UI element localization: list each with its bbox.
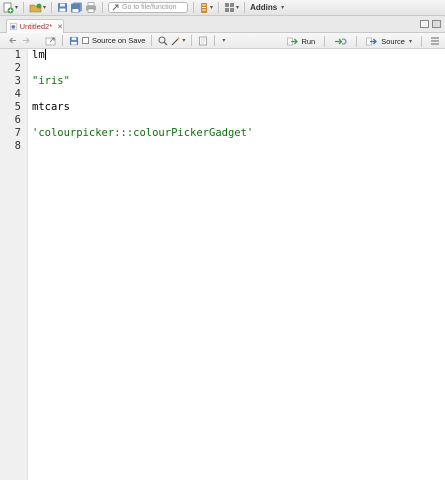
print-button[interactable]	[85, 2, 97, 14]
new-file-icon	[3, 2, 14, 13]
goto-arrow-icon	[112, 4, 119, 11]
toolbar-divider	[191, 35, 193, 46]
toolbar-divider	[51, 2, 53, 13]
code-tools-button[interactable]: ▾	[171, 35, 185, 47]
line-number: 6	[14, 114, 21, 126]
chevron-down-icon: ▾	[43, 5, 47, 11]
menu-lines-icon	[431, 37, 439, 45]
toolbar-divider	[102, 2, 104, 13]
save-icon	[58, 3, 68, 12]
toolbar-divider	[151, 35, 153, 46]
r-file-icon	[10, 22, 17, 31]
save-all-button[interactable]	[70, 2, 83, 14]
chevron-down-icon[interactable]: ▾	[222, 37, 225, 44]
chevron-down-icon: ▾	[408, 38, 412, 45]
toolbar-divider	[421, 35, 422, 47]
back-arrow-icon[interactable]	[8, 36, 18, 45]
close-icon[interactable]: ✕	[57, 23, 63, 31]
source-on-save-checkbox[interactable]	[82, 37, 89, 44]
toolbar-divider	[218, 2, 220, 13]
run-arrow-icon	[287, 37, 299, 45]
editor-options-button[interactable]	[431, 35, 439, 47]
toolbar-divider	[214, 35, 216, 46]
chevron-down-icon: ▾	[182, 38, 186, 44]
notebook-icon[interactable]	[198, 36, 208, 46]
addins-label: Addins	[250, 3, 278, 12]
code-line[interactable]: 'colourpicker:::colourPickerGadget'	[32, 127, 253, 139]
save-icon[interactable]	[69, 36, 79, 46]
editor-tab-strip: Untitled2* ✕	[0, 16, 445, 33]
toolbar-divider	[356, 35, 358, 47]
forward-arrow-icon[interactable]	[21, 36, 31, 45]
code-text: "iris"	[32, 75, 70, 87]
show-in-window-icon[interactable]	[45, 36, 56, 46]
tab-title: Untitled2*	[19, 22, 53, 31]
text-cursor	[44, 49, 46, 60]
tab-untitled2[interactable]: Untitled2* ✕	[6, 19, 64, 33]
code-text: mtcars	[32, 101, 70, 113]
line-number: 8	[14, 140, 21, 152]
goto-file-function-input[interactable]: Go to file/function	[108, 2, 189, 13]
source-on-save-label: Source on Save	[92, 36, 146, 45]
toolbar-divider	[244, 2, 246, 13]
chevron-down-icon: ▾	[281, 5, 285, 11]
code-text: lm	[32, 49, 45, 61]
code-line[interactable]: "iris"	[32, 75, 70, 87]
save-button[interactable]	[57, 2, 68, 14]
new-file-button[interactable]: ▾	[2, 2, 18, 14]
save-all-icon	[71, 2, 83, 13]
pane-layout-button[interactable]: ▾	[224, 2, 239, 14]
code-line[interactable]: mtcars	[32, 101, 70, 113]
line-number: 1	[14, 49, 21, 61]
main-toolbar: ▾ ▾ Go to file/function ▾ ▾ Addins ▾	[0, 0, 445, 16]
maximize-icon[interactable]	[432, 20, 441, 28]
line-number-gutter: 1 2 3 4 5 6 7 8	[0, 49, 28, 480]
minimize-icon[interactable]	[420, 20, 429, 28]
code-line[interactable]: lm	[32, 49, 46, 61]
toolbar-divider	[193, 2, 195, 13]
line-number: 3	[14, 75, 21, 87]
editor-toolbar-right: Run Source ▾	[287, 35, 439, 47]
editor-toolbar: Source on Save ▾ ▾ Run Source ▾	[0, 33, 445, 49]
toolbar-divider	[23, 2, 25, 13]
open-project-icon	[29, 3, 42, 12]
code-text: 'colourpicker:::colourPickerGadget'	[32, 127, 254, 139]
rerun-icon	[335, 37, 347, 45]
source-editor[interactable]: 1 2 3 4 5 6 7 8 lm "iris" mtcars 'colour…	[0, 49, 445, 480]
git-button[interactable]: ▾	[199, 2, 213, 14]
open-project-button[interactable]: ▾	[29, 2, 46, 14]
rerun-button[interactable]	[334, 35, 347, 47]
wand-icon	[171, 36, 181, 45]
toolbar-divider	[62, 35, 63, 46]
line-number: 5	[14, 101, 21, 113]
magnifier-icon[interactable]	[158, 35, 168, 46]
source-button[interactable]: Source ▾	[366, 37, 412, 46]
goto-placeholder: Go to file/function	[122, 4, 177, 11]
source-on-save-toggle[interactable]: Source on Save	[82, 36, 145, 45]
toolbar-divider	[324, 35, 326, 47]
run-label: Run	[301, 36, 316, 46]
line-number: 2	[14, 62, 21, 74]
git-icon	[201, 2, 208, 13]
source-label: Source	[381, 36, 405, 46]
run-button[interactable]: Run	[287, 37, 315, 46]
line-number: 7	[14, 127, 21, 139]
chevron-down-icon: ▾	[210, 5, 214, 11]
chevron-down-icon: ▾	[236, 5, 240, 11]
line-number: 4	[14, 88, 21, 100]
print-icon	[86, 2, 97, 13]
addins-menu[interactable]: Addins ▾	[250, 3, 284, 12]
chevron-down-icon: ▾	[15, 5, 19, 11]
source-icon	[366, 37, 378, 45]
grid-icon	[225, 3, 235, 12]
